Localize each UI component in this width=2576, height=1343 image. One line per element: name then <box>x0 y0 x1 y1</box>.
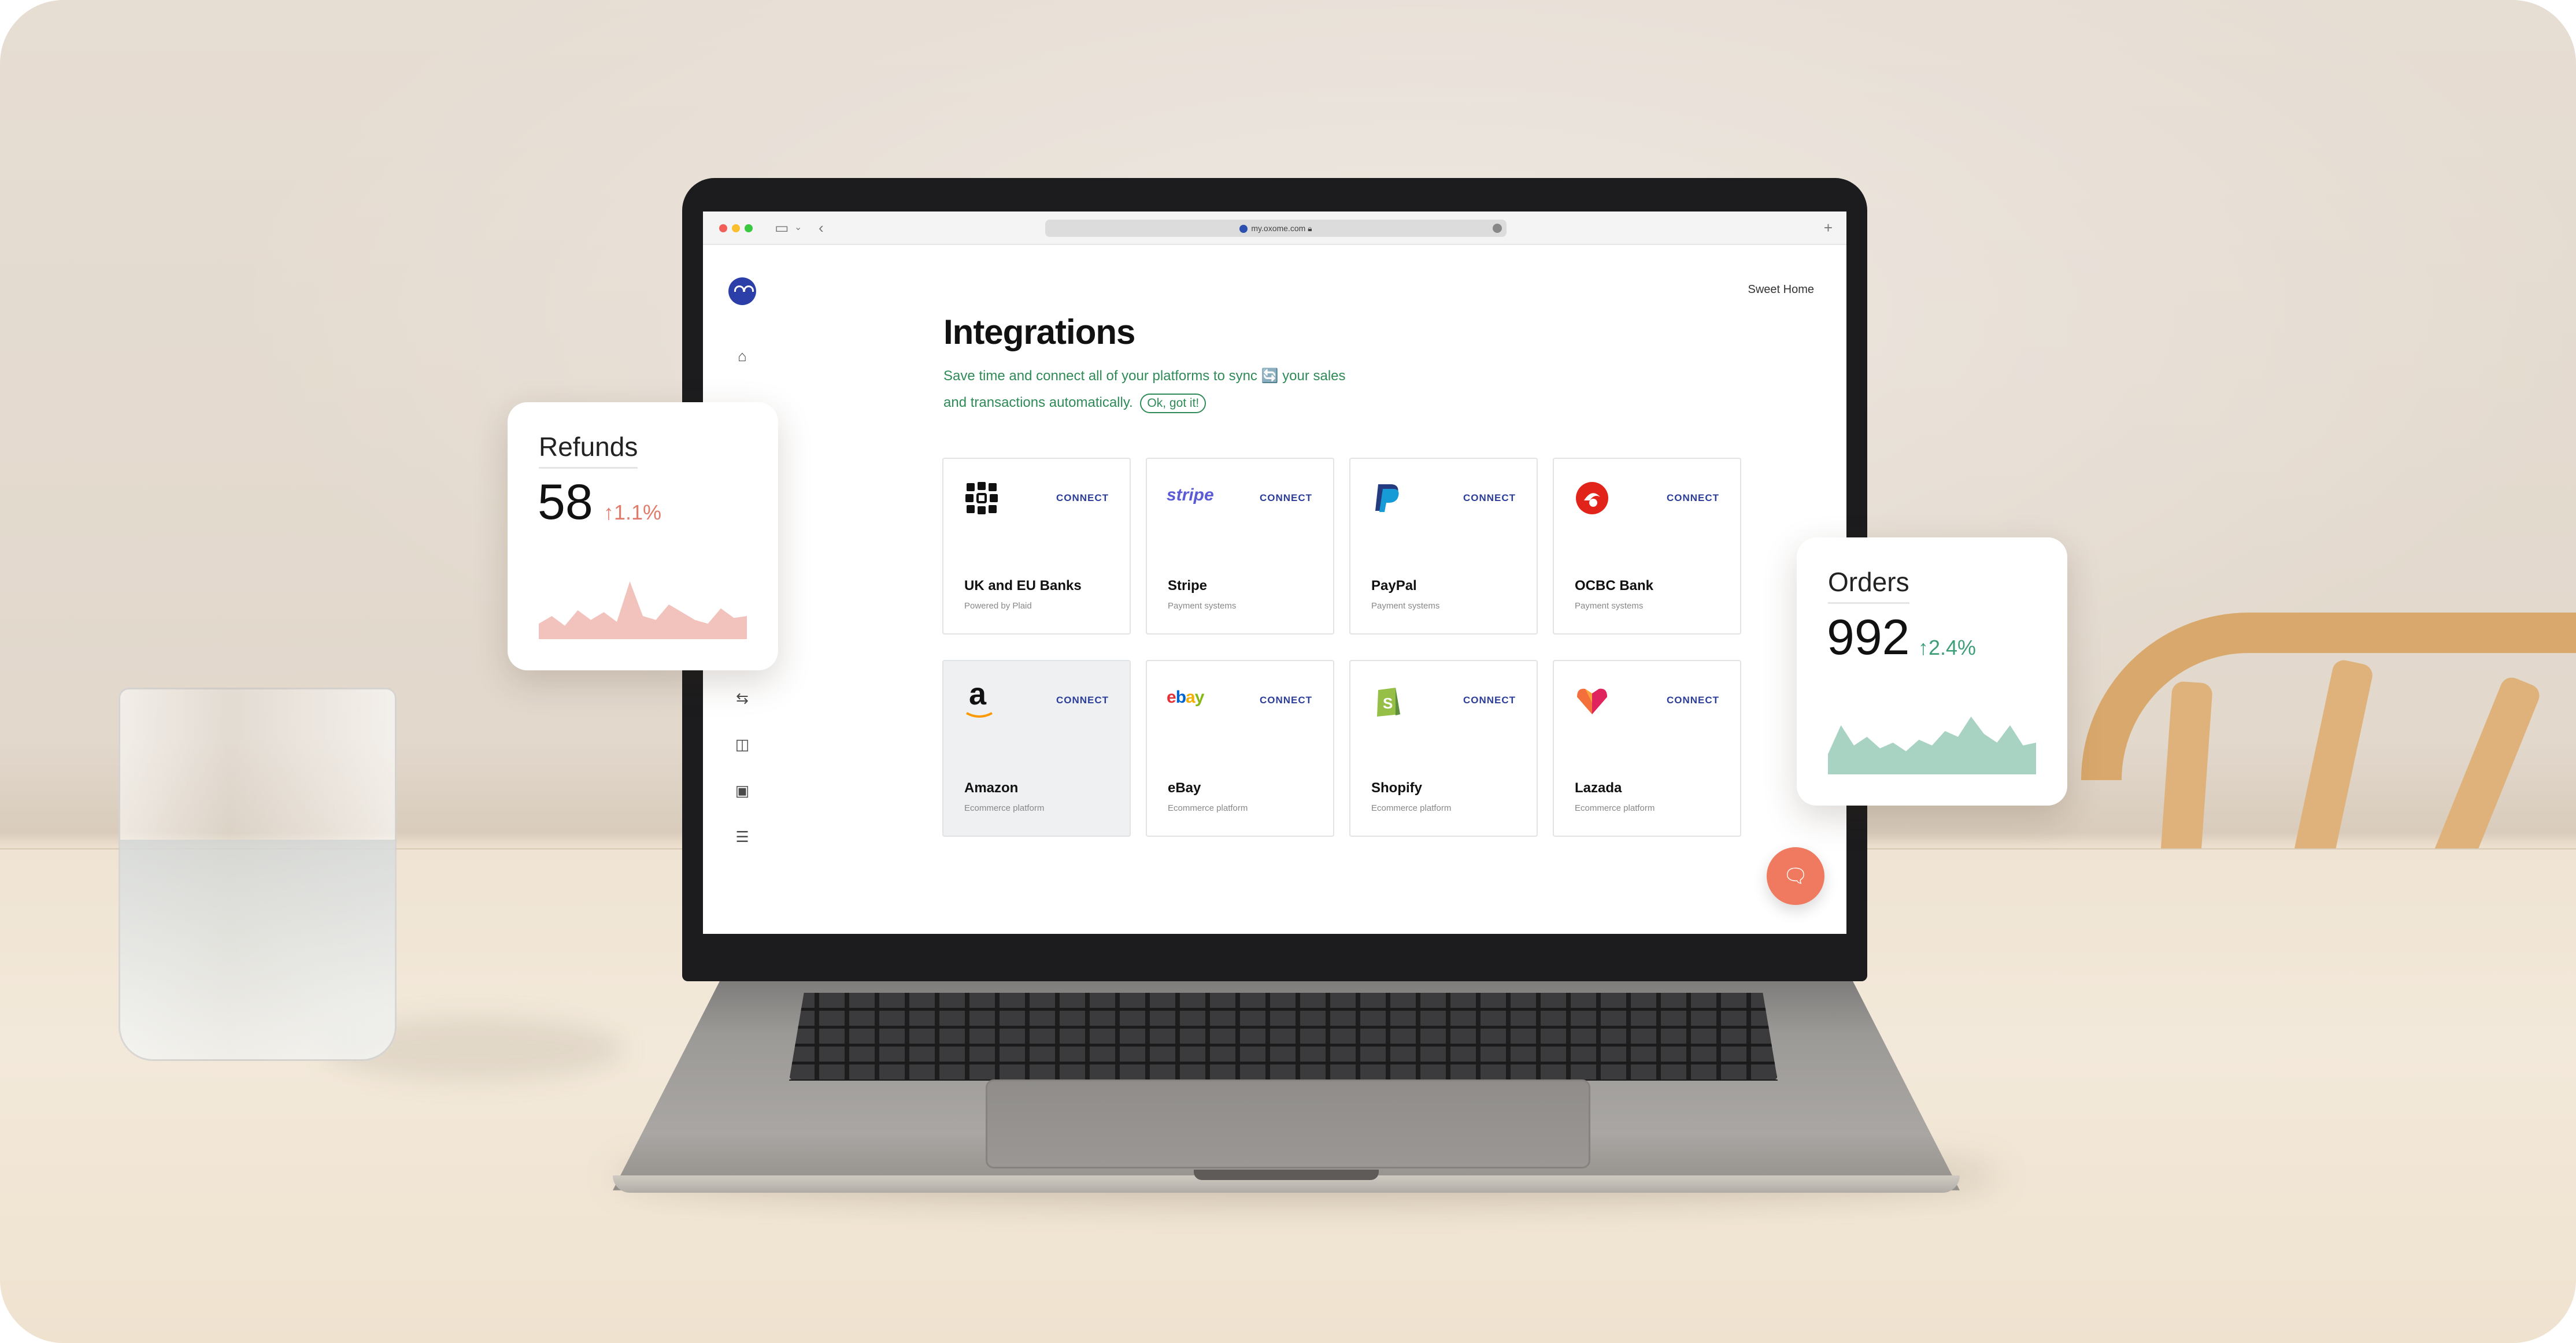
site-favicon-icon <box>1239 225 1248 233</box>
new-tab-icon[interactable]: + <box>1824 220 1833 236</box>
ebay-icon: ebay <box>1167 688 1204 707</box>
browser-toolbar: ▭ ⌄ ‹ my.oxome.com 🔒︎ + <box>703 212 1846 245</box>
plaid-icon <box>965 482 998 514</box>
shopify-icon: S <box>1377 688 1400 717</box>
chevron-down-icon[interactable]: ⌄ <box>794 220 802 236</box>
integration-card-lazada[interactable]: CONNECT Lazada Ecommerce platform <box>1553 660 1741 837</box>
arrow-up-icon: ↑ <box>1918 636 1929 659</box>
app-logo[interactable] <box>728 277 756 305</box>
integration-description: Ecommerce platform <box>1371 803 1452 813</box>
connect-button[interactable]: CONNECT <box>1463 695 1516 706</box>
address-bar[interactable]: my.oxome.com 🔒︎ <box>1045 220 1507 237</box>
orders-value: 992 <box>1827 610 1910 665</box>
settings-sliders-icon[interactable]: ☰ <box>733 828 752 846</box>
integration-name: PayPal <box>1371 578 1417 593</box>
back-icon[interactable]: ‹ <box>819 220 824 236</box>
refunds-title: Refunds <box>539 431 638 469</box>
connect-button[interactable]: CONNECT <box>1667 492 1719 504</box>
integration-description: Ecommerce platform <box>1168 803 1248 813</box>
lock-icon: 🔒︎ <box>1308 224 1312 233</box>
photo-background: ▭ ⌄ ‹ my.oxome.com 🔒︎ + ⌂ ⇆ ◫ ▣ ☰ Sweet … <box>0 0 2576 1343</box>
intro-line-1: Save time and connect all of your platfo… <box>943 368 1346 384</box>
laptop-trackpad <box>986 1079 1590 1168</box>
laptop-screen: ▭ ⌄ ‹ my.oxome.com 🔒︎ + ⌂ ⇆ ◫ ▣ ☰ Sweet … <box>703 212 1846 934</box>
integration-description: Payment systems <box>1168 601 1237 611</box>
minimize-window-button[interactable] <box>732 224 740 232</box>
paypal-icon <box>1375 484 1399 512</box>
sparkline-area <box>1828 717 2036 774</box>
refunds-card: Refunds 58 ↑1.1% <box>508 402 778 670</box>
intro-text: Save time and connect all of your platfo… <box>943 363 1441 416</box>
connect-button[interactable]: CONNECT <box>1056 695 1109 706</box>
integration-name: UK and EU Banks <box>964 578 1082 593</box>
orders-sparkline <box>1828 717 2036 774</box>
sidebar-toggle-icon[interactable]: ▭ <box>775 220 789 236</box>
transfer-icon[interactable]: ⇆ <box>733 689 752 707</box>
integrations-grid: CONNECT UK and EU Banks Powered by Plaid… <box>942 458 1757 842</box>
integration-description: Ecommerce platform <box>1575 803 1655 813</box>
integration-name: OCBC Bank <box>1575 578 1654 593</box>
orders-card: Orders 992 ↑2.4% <box>1797 537 2067 806</box>
connect-button[interactable]: CONNECT <box>1463 492 1516 504</box>
integration-card-paypal[interactable]: CONNECT PayPal Payment systems <box>1349 458 1538 635</box>
page-title: Integrations <box>943 313 1135 351</box>
chat-button[interactable]: 🗨︎ <box>1767 847 1824 905</box>
integration-card-ocbc[interactable]: CONNECT OCBC Bank Payment systems <box>1553 458 1741 635</box>
connect-button[interactable]: CONNECT <box>1056 492 1109 504</box>
integration-description: Ecommerce platform <box>964 803 1045 813</box>
integration-card-uk-eu-banks[interactable]: CONNECT UK and EU Banks Powered by Plaid <box>942 458 1131 635</box>
refunds-value: 58 <box>538 474 593 530</box>
integration-card-amazon[interactable]: a CONNECT Amazon Ecommerce platform <box>942 660 1131 837</box>
keyboard-rows <box>789 993 1778 1081</box>
workspace-switcher[interactable]: Sweet Home <box>1748 283 1815 296</box>
integration-name: Stripe <box>1168 578 1208 593</box>
sparkline-area <box>539 581 747 639</box>
lazada-icon <box>1577 688 1607 714</box>
integration-name: Shopify <box>1371 780 1422 796</box>
url-text: my.oxome.com <box>1251 224 1306 233</box>
dismiss-button[interactable]: Ok, got it! <box>1140 394 1206 413</box>
integration-card-ebay[interactable]: ebay CONNECT eBay Ecommerce platform <box>1146 660 1334 837</box>
integration-card-stripe[interactable]: stripe CONNECT Stripe Payment systems <box>1146 458 1334 635</box>
chart-icon[interactable]: ◫ <box>733 735 752 754</box>
stripe-icon: stripe <box>1167 485 1214 504</box>
integration-description: Payment systems <box>1575 601 1644 611</box>
svg-text:S: S <box>1383 695 1393 712</box>
refunds-change: ↑1.1% <box>604 500 662 524</box>
close-window-button[interactable] <box>719 224 727 232</box>
home-icon[interactable]: ⌂ <box>733 347 752 365</box>
maximize-window-button[interactable] <box>745 224 753 232</box>
laptop-notch <box>1194 1170 1379 1180</box>
integration-description: Powered by Plaid <box>964 601 1032 611</box>
integration-description: Payment systems <box>1371 601 1440 611</box>
refunds-sparkline <box>539 581 747 639</box>
integration-card-shopify[interactable]: S CONNECT Shopify Ecommerce platform <box>1349 660 1538 837</box>
connect-button[interactable]: CONNECT <box>1260 492 1312 504</box>
connect-button[interactable]: CONNECT <box>1667 695 1719 706</box>
integration-name: Amazon <box>964 780 1019 796</box>
intro-line-2: and transactions automatically. <box>943 395 1133 410</box>
integration-name: Lazada <box>1575 780 1622 796</box>
wallet-icon[interactable]: ▣ <box>733 781 752 800</box>
glass-water <box>120 840 395 1059</box>
chat-bubble-icon: 🗨︎ <box>1783 865 1808 887</box>
arrow-up-icon: ↑ <box>604 500 614 524</box>
connect-button[interactable]: CONNECT <box>1260 695 1312 706</box>
share-icon[interactable] <box>1493 224 1502 233</box>
orders-title: Orders <box>1828 566 1909 604</box>
ocbc-icon <box>1576 482 1608 514</box>
water-glass <box>119 688 397 1061</box>
amazon-icon: a <box>966 676 1006 718</box>
orders-change: ↑2.4% <box>1918 636 1977 659</box>
integration-name: eBay <box>1168 780 1201 796</box>
